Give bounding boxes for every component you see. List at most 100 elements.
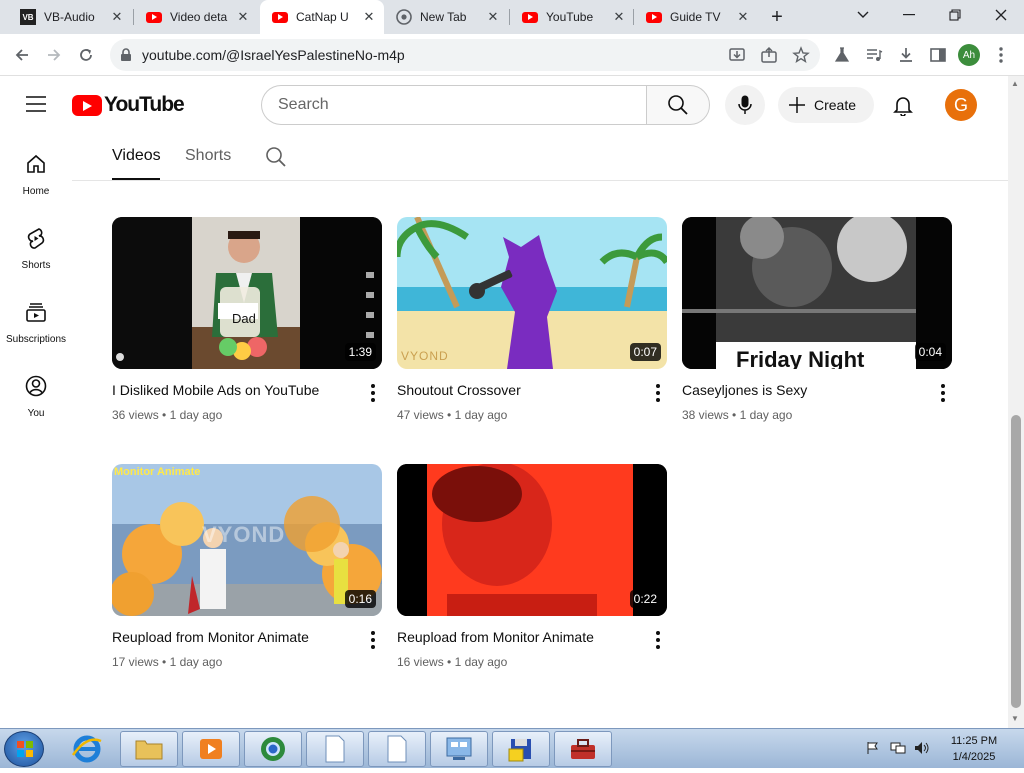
view-count: 47 views [397, 408, 444, 422]
search-button[interactable] [646, 85, 710, 125]
internet-explorer-icon[interactable] [70, 733, 104, 770]
video-meta: 47 views • 1 day ago [397, 408, 508, 422]
tab-video-details[interactable]: Video deta ✕ [134, 0, 258, 34]
video-title[interactable]: Caseyljones is Sexy [682, 382, 807, 398]
search-input[interactable] [278, 94, 628, 116]
duration-badge: 0:16 [344, 590, 376, 608]
scroll-down-icon[interactable]: ▼ [1011, 714, 1019, 723]
volume-icon[interactable] [914, 741, 930, 760]
forward-icon[interactable] [40, 41, 68, 69]
tab-title: YouTube [546, 10, 594, 24]
browser-menu-icon[interactable] [998, 46, 1004, 69]
more-options-icon[interactable] [655, 631, 661, 649]
sidebar-item-shorts[interactable]: Shorts [0, 227, 72, 271]
new-tab-icon[interactable]: + [766, 7, 788, 29]
control-panel-taskbar-icon[interactable] [430, 731, 488, 767]
chevron-down-icon[interactable] [840, 0, 886, 30]
restore-icon[interactable] [932, 0, 978, 30]
video-thumbnail[interactable]: VYOND 0:07 [397, 217, 667, 369]
hamburger-menu-icon[interactable] [26, 96, 46, 117]
scrollbar-thumb[interactable] [1011, 415, 1021, 708]
sidebar-item-you[interactable]: You [0, 375, 72, 419]
install-app-icon[interactable] [728, 46, 746, 69]
tab-videos[interactable]: Videos [112, 147, 161, 165]
account-avatar[interactable]: G [945, 89, 977, 121]
tab-youtube[interactable]: YouTube ✕ [510, 0, 634, 34]
duration-badge: 0:22 [629, 590, 661, 608]
scroll-up-icon[interactable]: ▲ [1011, 79, 1019, 88]
media-queue-icon[interactable] [865, 46, 883, 69]
window-close-icon[interactable] [978, 0, 1024, 30]
start-button-icon[interactable] [4, 731, 44, 767]
duration-badge: 0:07 [629, 343, 661, 361]
more-options-icon[interactable] [940, 384, 946, 402]
minimize-icon[interactable] [886, 0, 932, 30]
youtube-logo-icon[interactable] [72, 95, 102, 116]
video-title[interactable]: I Disliked Mobile Ads on YouTube [112, 382, 319, 398]
tab-guide-tv[interactable]: Guide TV ✕ [634, 0, 758, 34]
video-meta: 16 views • 1 day ago [397, 655, 508, 669]
share-icon[interactable] [760, 46, 778, 69]
video-thumbnail[interactable]: 0:22 [397, 464, 667, 616]
tab-title: Guide TV [670, 10, 721, 24]
download-icon[interactable] [897, 46, 915, 69]
close-icon[interactable]: ✕ [362, 10, 376, 24]
tab-catnap[interactable]: CatNap U ✕ [260, 0, 384, 34]
vb-audio-icon: VB [20, 9, 36, 25]
video-thumbnail[interactable]: Dad 1:39 [112, 217, 382, 369]
video-thumbnail[interactable]: Monitor Animate VYOND 0:16 [112, 464, 382, 616]
chrome-taskbar-icon[interactable] [244, 731, 302, 767]
close-icon[interactable]: ✕ [736, 10, 750, 24]
voice-search-button[interactable] [725, 85, 765, 125]
tab-shorts[interactable]: Shorts [185, 147, 231, 165]
taskbar-clock[interactable]: 11:25 PM 1/4/2025 [948, 733, 1000, 765]
toolbox-taskbar-icon[interactable] [554, 731, 612, 767]
tabs-divider [72, 180, 1008, 181]
lock-icon[interactable] [120, 48, 132, 67]
youtube-logo-text[interactable]: YouTube [104, 93, 185, 117]
address-bar[interactable]: youtube.com/@IsraelYesPalestineNo-m4p [110, 39, 820, 71]
more-options-icon[interactable] [370, 384, 376, 402]
document-taskbar-icon-2[interactable] [368, 731, 426, 767]
youtube-icon [522, 9, 538, 25]
action-center-flag-icon[interactable] [866, 741, 880, 760]
bookmark-star-icon[interactable] [792, 46, 810, 69]
video-thumbnail[interactable]: Friday Night 0:04 [682, 217, 952, 369]
network-icon[interactable] [890, 741, 906, 760]
sidebar-item-label: Subscriptions [5, 334, 67, 345]
save-disk-taskbar-icon[interactable] [492, 731, 550, 767]
sidebar-item-label: Shorts [21, 260, 51, 271]
notifications-bell-icon[interactable] [892, 94, 914, 121]
browser-toolbar: youtube.com/@IsraelYesPalestineNo-m4p Ah [0, 34, 1024, 76]
back-icon[interactable] [8, 41, 36, 69]
video-title[interactable]: Reupload from Monitor Animate [397, 629, 594, 645]
more-options-icon[interactable] [655, 384, 661, 402]
reload-icon[interactable] [72, 41, 100, 69]
video-title[interactable]: Reupload from Monitor Animate [112, 629, 309, 645]
media-player-taskbar-icon[interactable] [182, 731, 240, 767]
close-icon[interactable]: ✕ [486, 10, 500, 24]
channel-search-icon[interactable] [265, 146, 287, 173]
shorts-icon [27, 228, 45, 249]
subscriptions-icon [26, 303, 46, 322]
more-options-icon[interactable] [370, 631, 376, 649]
close-icon[interactable]: ✕ [612, 10, 626, 24]
youtube-icon [646, 9, 662, 25]
explorer-taskbar-icon[interactable] [120, 731, 178, 767]
close-icon[interactable]: ✕ [110, 10, 124, 24]
tab-vb-audio[interactable]: VB VB-Audio ✕ [8, 0, 132, 34]
youtube-icon [272, 9, 288, 25]
sidebar-item-subscriptions[interactable]: Subscriptions [0, 301, 72, 345]
thumbnail-caption: Dad [232, 311, 256, 326]
document-taskbar-icon[interactable] [306, 731, 364, 767]
tab-new-tab[interactable]: New Tab ✕ [384, 0, 508, 34]
labs-flask-icon[interactable] [833, 46, 851, 69]
profile-avatar[interactable]: Ah [958, 44, 980, 66]
close-icon[interactable]: ✕ [236, 10, 250, 24]
microphone-icon [738, 95, 752, 114]
create-button[interactable]: Create [778, 87, 874, 123]
side-panel-icon[interactable] [929, 46, 947, 69]
video-title[interactable]: Shoutout Crossover [397, 382, 521, 398]
duration-badge: 1:39 [344, 343, 376, 361]
sidebar-item-home[interactable]: Home [0, 153, 72, 197]
